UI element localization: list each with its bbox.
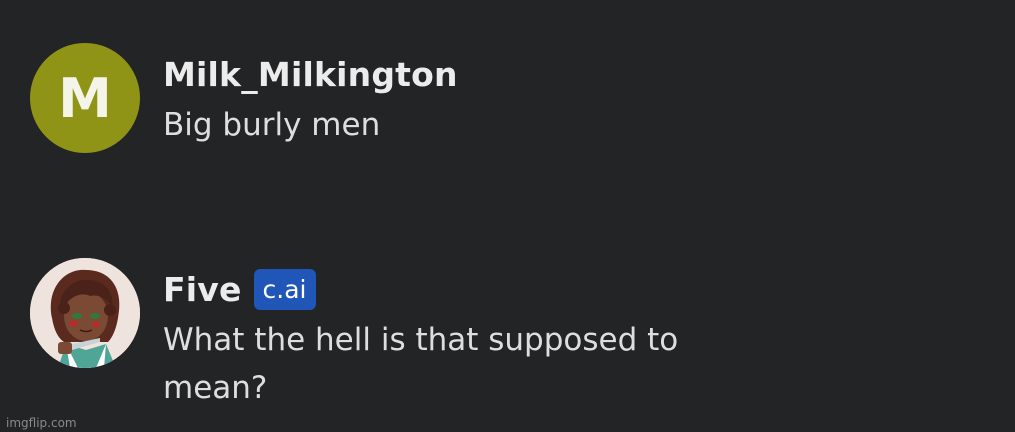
ai-badge: c.ai bbox=[253, 268, 316, 310]
message-content: Milk_Milkington Big burly men bbox=[163, 43, 783, 149]
message-header: Milk_Milkington bbox=[163, 55, 783, 94]
user-avatar[interactable]: M bbox=[30, 43, 140, 153]
character-portrait-icon bbox=[30, 258, 140, 368]
watermark: imgflip.com bbox=[6, 416, 77, 430]
chat-message: M Milk_Milkington Big burly men bbox=[30, 43, 783, 153]
message-header: Five c.ai bbox=[163, 268, 783, 310]
character-avatar[interactable] bbox=[30, 258, 140, 368]
message-text: What the hell is that supposed to mean? bbox=[163, 322, 679, 406]
username[interactable]: Five bbox=[163, 270, 242, 309]
username[interactable]: Milk_Milkington bbox=[163, 55, 458, 94]
message-content: Five c.ai What the hell is that supposed… bbox=[163, 258, 783, 412]
message-text: Big burly men bbox=[163, 107, 381, 143]
chat-message: Five c.ai What the hell is that supposed… bbox=[30, 258, 783, 412]
avatar-letter: M bbox=[58, 66, 112, 130]
